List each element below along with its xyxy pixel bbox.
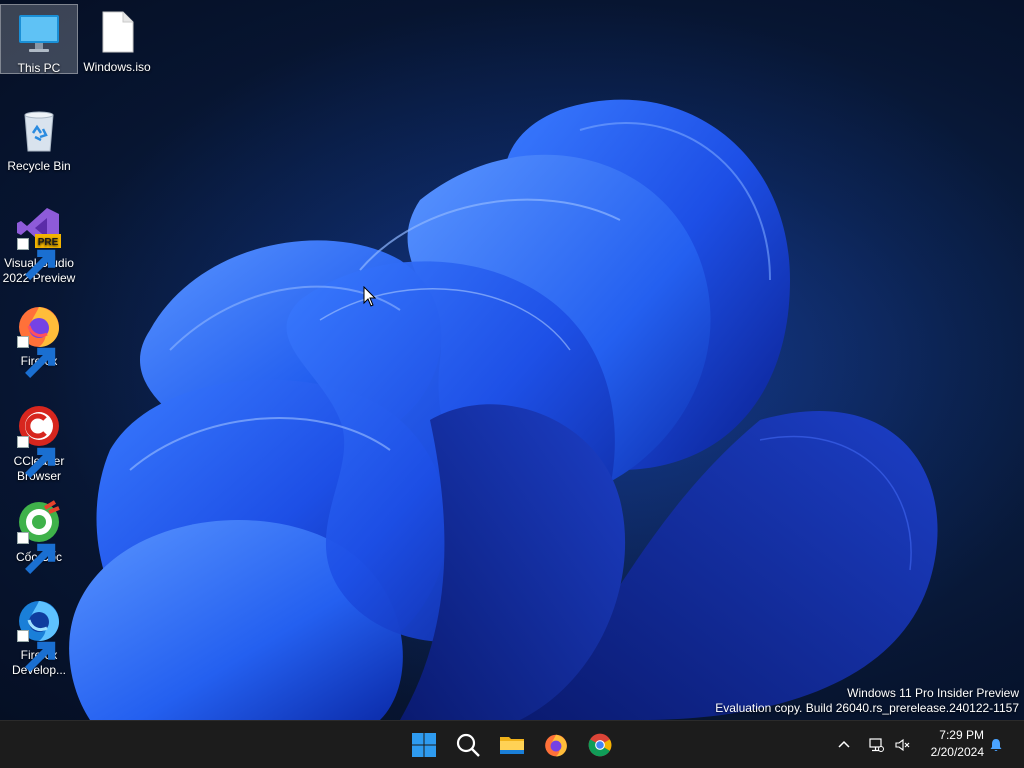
firefox-taskbar-button[interactable] [536,725,576,765]
desktop-icon-label: This PC [17,61,61,75]
wallpaper-bloom [0,0,1024,720]
watermark-line-edition: Windows 11 Pro Insider Preview [847,686,1019,700]
speaker-muted-icon [895,738,910,752]
desktop-icon-visual-studio-preview[interactable]: PRE Visual Studio 2022 Preview [0,200,78,286]
desktop-icon-label: Windows.iso [83,60,151,74]
notification-center-button[interactable] [984,732,1008,758]
clock-date: 2/20/2024 [930,745,984,759]
desktop-icon-ccleaner-browser[interactable]: CCleaner Browser [0,398,78,484]
desktop[interactable]: This PC Windows.iso Recycle Bin PRE Visu… [0,0,1024,720]
mouse-pointer-icon [363,286,377,307]
network-icon [869,738,884,752]
desktop-icon-this-pc[interactable]: This PC [0,4,78,75]
firefox-icon [545,734,567,757]
search-button[interactable] [448,725,488,765]
recycle-bin-icon [24,111,54,152]
network-button[interactable] [864,732,888,758]
shortcut-arrow-icon [17,532,56,574]
windows-start-icon [412,733,436,757]
desktop-icon-label: Recycle Bin [7,159,71,173]
notification-bell-icon [990,739,1002,752]
shortcut-arrow-icon [17,436,56,478]
shortcut-arrow-icon [17,238,56,280]
file-explorer-button[interactable] [492,725,532,765]
taskbar: 7:29 PM 2/20/2024 [0,720,1024,768]
shortcut-arrow-icon [17,630,56,672]
chrome-icon [588,733,612,757]
folder-icon [500,737,524,754]
start-button[interactable] [404,725,444,765]
desktop-icon-coccoc[interactable]: Cốc Cốc [0,494,78,574]
evaluation-watermark: Windows 11 Pro Insider Preview Evaluatio… [715,686,1019,716]
desktop-icon-recycle-bin[interactable]: Recycle Bin [0,103,78,175]
desktop-icon-firefox[interactable]: Firefox [0,298,78,378]
watermark-line-build: Evaluation copy. Build 26040.rs_prerelea… [715,701,1019,715]
show-hidden-icons-button[interactable] [832,732,856,758]
shortcut-arrow-icon [17,336,56,378]
file-icon [102,11,134,53]
search-icon [456,733,480,757]
desktop-icon-windows-iso[interactable]: Windows.iso [78,4,156,74]
clock[interactable]: 7:29 PM 2/20/2024 [920,727,984,761]
chevron-up-icon [838,740,850,748]
chrome-taskbar-button[interactable] [580,725,620,765]
monitor-icon [19,15,59,52]
volume-button[interactable] [890,732,914,758]
clock-time: 7:29 PM [939,728,984,742]
desktop-icon-firefox-developer[interactable]: Firefox Develop... [0,592,78,678]
